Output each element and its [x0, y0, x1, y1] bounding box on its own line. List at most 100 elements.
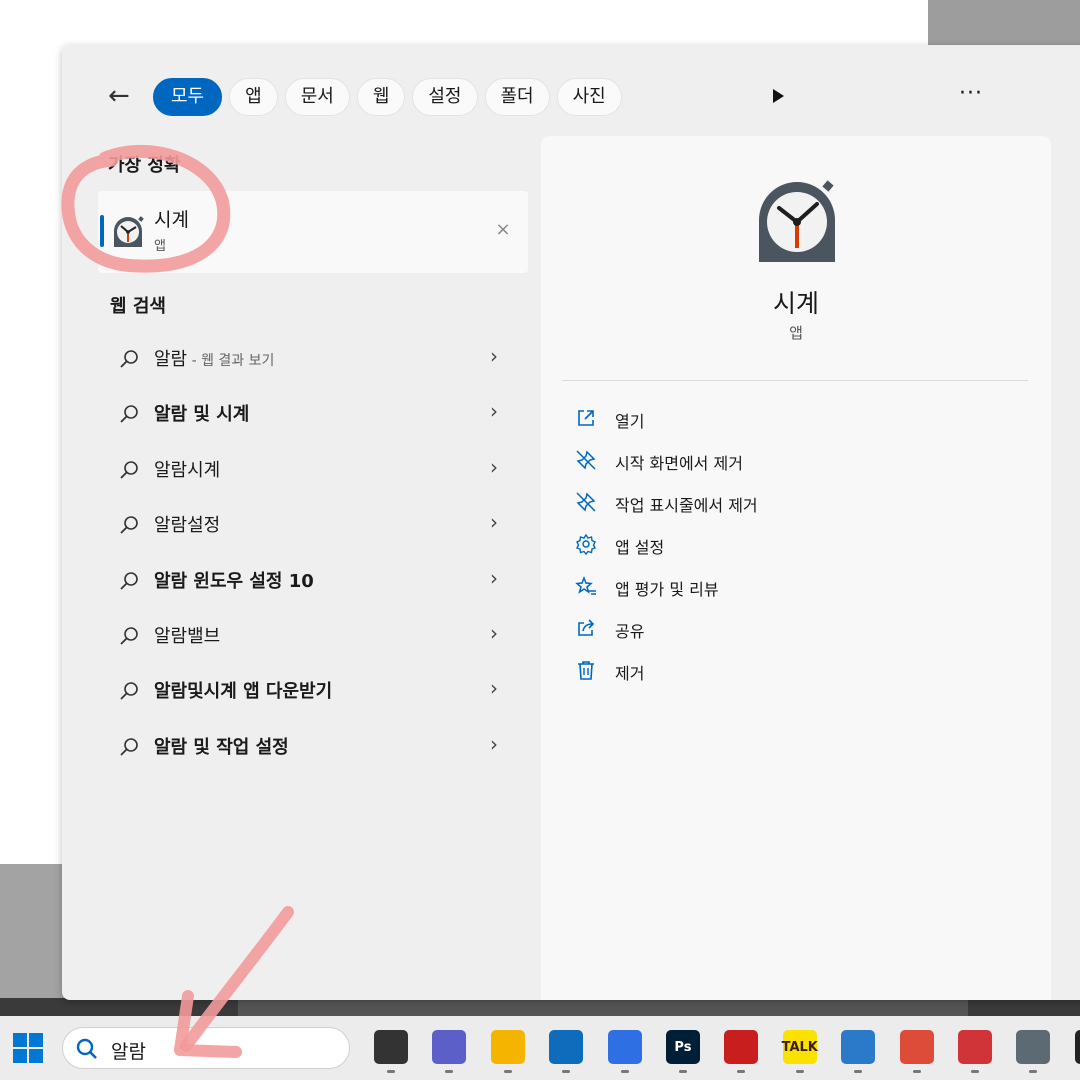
chip-web[interactable]: 웹 — [356, 78, 406, 116]
notepad-icon — [841, 1030, 876, 1064]
web-search-title: 웹 검색 — [110, 296, 166, 317]
taskbar-app[interactable] — [362, 1028, 420, 1073]
action-unpin-start[interactable]: 시작 화면에서 제거 — [575, 440, 995, 482]
detail-app-name: 시계 — [772, 289, 819, 318]
taskbar-app[interactable] — [537, 1028, 595, 1073]
chip-all[interactable]: 모두 — [153, 78, 223, 116]
search-icon — [120, 350, 138, 368]
chip-photos[interactable]: 사진 — [556, 78, 622, 116]
running-indicator — [562, 1070, 571, 1073]
web-result-item[interactable]: 알람및시계 앱 다운받기 › — [104, 662, 524, 717]
more-options-icon[interactable]: ··· — [956, 81, 986, 111]
web-result-text: 알람설정 — [154, 515, 221, 537]
action-app-settings[interactable]: 앱 설정 — [575, 524, 995, 566]
action-unpin-taskbar[interactable]: 작업 표시줄에서 제거 — [575, 482, 995, 524]
taskbar-app[interactable]: TALK — [771, 1028, 829, 1073]
taskbar-app[interactable]: Ps — [654, 1028, 712, 1073]
running-indicator — [912, 1070, 921, 1073]
web-result-item[interactable]: 알람 - 웹 결과 보기 › — [104, 330, 524, 385]
windows-start-icon[interactable] — [10, 1030, 46, 1066]
running-indicator — [1029, 1070, 1038, 1073]
taskbar: 알람 Ps TALK — [0, 1016, 1080, 1080]
mail-icon — [549, 1030, 584, 1064]
action-label: 앱 설정 — [615, 538, 665, 557]
running-indicator — [737, 1070, 746, 1073]
clock-app-icon — [759, 180, 835, 262]
web-result-item[interactable]: 알람시계 › — [104, 441, 524, 496]
filter-chips: 모두 앱 문서 웹 설정 폴더 사진 — [153, 78, 622, 116]
action-rate-review[interactable]: 앱 평가 및 리뷰 — [575, 566, 995, 608]
snipping-tool-icon — [957, 1030, 992, 1064]
action-label: 공유 — [615, 622, 645, 641]
play-icon[interactable] — [768, 87, 788, 107]
detail-app-type: 앱 — [789, 324, 803, 342]
chevron-right-icon: › — [490, 454, 498, 479]
close-icon[interactable]: × — [492, 219, 514, 241]
gear-icon — [576, 533, 596, 555]
chevron-right-icon: › — [490, 344, 498, 368]
running-indicator — [854, 1070, 863, 1073]
search-icon — [120, 627, 138, 645]
taskbar-app[interactable] — [712, 1028, 770, 1073]
detail-divider — [562, 380, 1028, 381]
taskbar-search-box[interactable]: 알람 — [62, 1027, 350, 1069]
action-list: 열기 시작 화면에서 제거 작업 표시줄에서 제거 앱 설정 앱 평가 및 리뷰… — [575, 398, 995, 692]
star-icon — [575, 575, 596, 595]
chip-documents[interactable]: 문서 — [284, 78, 350, 116]
running-indicator — [620, 1070, 629, 1073]
action-label: 앱 평가 및 리뷰 — [615, 580, 719, 599]
web-result-item[interactable]: 알람설정 › — [104, 496, 524, 551]
background-strip — [0, 998, 1080, 1016]
back-arrow-icon[interactable]: ← — [108, 81, 142, 111]
running-indicator — [503, 1070, 512, 1073]
chevron-right-icon: › — [490, 565, 498, 590]
action-label: 작업 표시줄에서 제거 — [615, 496, 758, 515]
web-search-list: 알람 - 웹 결과 보기 › 알람 및 시계 › 알람시계 › 알람설정 › 알… — [104, 330, 524, 773]
open-icon — [578, 410, 594, 426]
action-share[interactable]: 공유 — [575, 608, 995, 650]
search-icon — [120, 405, 138, 424]
action-open[interactable]: 열기 — [575, 398, 995, 440]
chevron-right-icon: › — [490, 510, 498, 535]
share-icon — [578, 619, 595, 636]
chip-apps[interactable]: 앱 — [229, 78, 278, 116]
action-uninstall[interactable]: 제거 — [575, 650, 995, 692]
action-label: 제거 — [615, 664, 645, 683]
web-result-item[interactable]: 알람 윈도우 설정 10 › — [104, 552, 524, 607]
taskbar-app[interactable] — [888, 1028, 946, 1073]
search-icon — [120, 571, 138, 590]
search-icon — [120, 682, 138, 700]
chip-settings[interactable]: 설정 — [412, 78, 478, 116]
chip-folders[interactable]: 폴더 — [484, 78, 550, 116]
web-result-sub: - 웹 결과 보기 — [187, 353, 275, 369]
web-result-item[interactable]: 알람밸브 › — [104, 607, 524, 662]
taskbar-app[interactable] — [829, 1028, 887, 1073]
running-indicator — [970, 1070, 979, 1073]
kakaotalk-icon: TALK — [782, 1030, 818, 1064]
taskbar-app[interactable] — [479, 1028, 537, 1073]
running-indicator — [445, 1070, 454, 1073]
web-result-item[interactable]: 알람 및 시계 › — [104, 385, 524, 440]
search-icon — [120, 737, 138, 756]
best-match-item[interactable]: 시계 앱 × — [98, 191, 528, 273]
web-result-text: 알람 윈도우 설정 10 — [154, 570, 314, 592]
terminal-icon — [1074, 1030, 1080, 1064]
action-label: 시작 화면에서 제거 — [615, 454, 743, 473]
chrome-icon — [899, 1030, 934, 1064]
chevron-right-icon: › — [490, 731, 498, 756]
search-icon — [120, 516, 138, 534]
task-view-icon — [374, 1030, 408, 1064]
app-hexagon-icon — [607, 1030, 642, 1064]
taskbar-app[interactable] — [946, 1028, 1004, 1073]
chevron-right-icon: › — [490, 676, 498, 701]
taskbar-app[interactable] — [420, 1028, 478, 1073]
web-result-text: 알람및시계 앱 다운받기 — [154, 681, 333, 703]
taskbar-app[interactable] — [1004, 1028, 1062, 1073]
taskbar-app[interactable] — [596, 1028, 654, 1073]
clock-app-icon — [114, 216, 144, 247]
chevron-right-icon: › — [490, 620, 498, 645]
web-result-text: 알람 및 작업 설정 — [154, 736, 289, 758]
taskbar-app[interactable] — [1063, 1028, 1080, 1068]
unpin-icon — [576, 492, 596, 512]
web-result-item[interactable]: 알람 및 작업 설정 › — [104, 718, 524, 773]
